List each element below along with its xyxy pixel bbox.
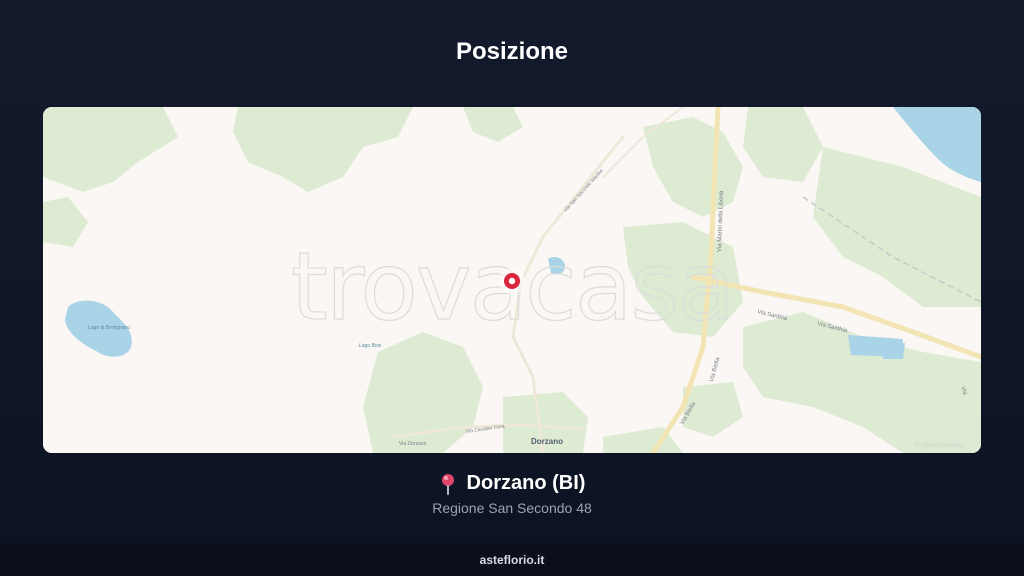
map-view[interactable]: Lago di Bertignano Lago Bosi Dorzano Via… <box>43 107 981 453</box>
footer-site-name: asteflorio.it <box>479 552 545 567</box>
location-name: Dorzano (BI) <box>466 472 586 494</box>
page-title: Posizione <box>455 38 569 65</box>
location-address: Regione San Secondo 48 <box>432 500 592 516</box>
map-marker-icon[interactable] <box>499 268 525 294</box>
map-canvas[interactable]: Lago di Bertignano Lago Bosi Dorzano Via… <box>43 107 981 453</box>
street-label-dorzano: Via Dorzano <box>399 441 427 447</box>
town-label: Dorzano <box>531 437 563 446</box>
pond-label: Lago Bosi <box>359 343 382 349</box>
pushpin-icon <box>441 473 454 495</box>
location-row: Dorzano (BI) <box>0 472 1024 495</box>
footer: asteflorio.it <box>0 543 1024 576</box>
lake-label: Lago di Bertignano <box>88 325 130 331</box>
map-attribution: © OpenStreetMap <box>915 442 964 449</box>
